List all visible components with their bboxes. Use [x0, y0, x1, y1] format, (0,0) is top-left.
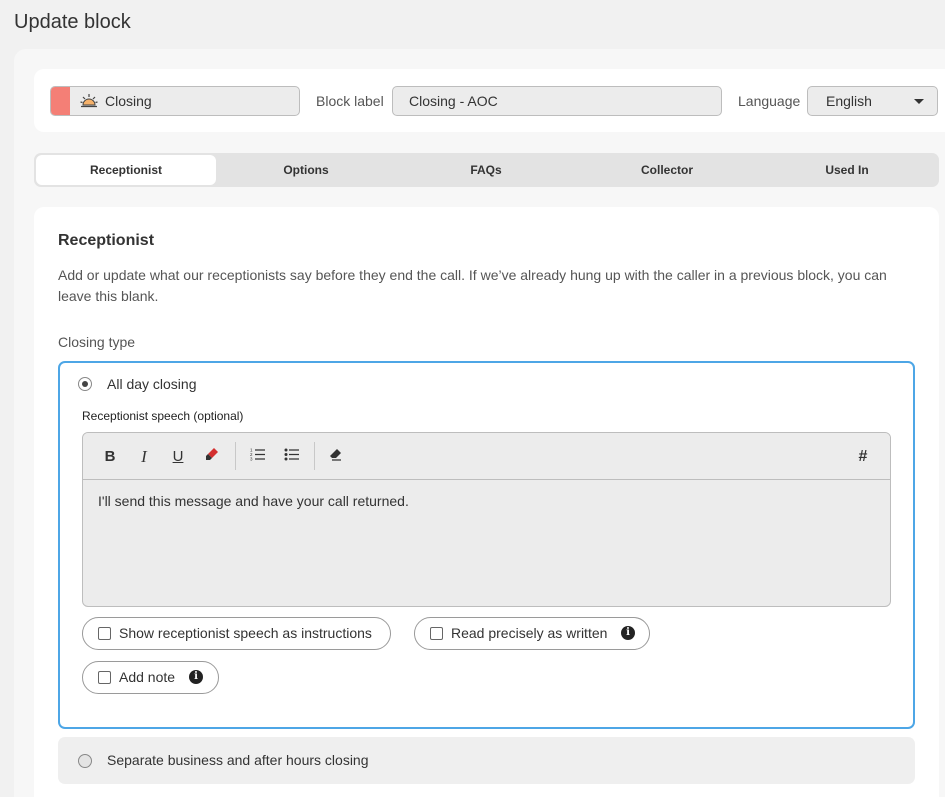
block-type-selector[interactable]: Closing	[50, 86, 300, 116]
block-label-label: Block label	[316, 93, 384, 109]
radio-separate-closing-label[interactable]: Separate business and after hours closin…	[107, 752, 369, 768]
editor-toolbar: B I U 1 2 3 #	[83, 433, 890, 480]
insert-variable-button[interactable]: #	[853, 447, 873, 467]
italic-button[interactable]: I	[134, 447, 154, 467]
sunset-icon	[80, 93, 98, 109]
bullet-list-icon[interactable]	[282, 447, 302, 467]
toolbar-divider	[235, 442, 236, 470]
block-label-input[interactable]: Closing - AOC	[392, 86, 722, 116]
add-note-checkbox[interactable]	[98, 671, 111, 684]
speech-editor: B I U 1 2 3 # I'll send this message and…	[82, 432, 891, 607]
block-type-label: Closing	[105, 93, 152, 109]
radio-all-day-closing[interactable]	[78, 377, 92, 391]
tab-receptionist[interactable]: Receptionist	[36, 155, 216, 185]
chevron-down-icon	[914, 99, 924, 104]
speech-label: Receptionist speech (optional)	[82, 409, 244, 423]
eraser-icon[interactable]	[326, 447, 346, 467]
add-note-toggle[interactable]: Add note i	[82, 661, 219, 694]
section-description: Add or update what our receptionists say…	[58, 267, 887, 304]
info-icon[interactable]: i	[621, 626, 635, 640]
section-title: Receptionist	[58, 232, 155, 249]
speech-text[interactable]: I'll send this message and have your cal…	[98, 493, 409, 509]
show-as-instructions-checkbox[interactable]	[98, 627, 111, 640]
read-precisely-toggle[interactable]: Read precisely as written i	[414, 617, 650, 650]
bold-button[interactable]: B	[100, 447, 120, 467]
page-title: Update block	[14, 11, 131, 33]
tab-used-in[interactable]: Used In	[757, 155, 937, 185]
highlighter-icon[interactable]	[202, 447, 222, 467]
language-label: Language	[738, 93, 801, 109]
toolbar-divider	[314, 442, 315, 470]
language-select[interactable]: English	[807, 86, 938, 116]
block-color-strip	[51, 87, 70, 115]
read-precisely-checkbox[interactable]	[430, 627, 443, 640]
radio-all-day-closing-label[interactable]: All day closing	[107, 376, 197, 392]
info-icon[interactable]: i	[189, 670, 203, 684]
tab-bar: Receptionist Options FAQs Collector Used…	[34, 153, 939, 187]
tab-faqs[interactable]: FAQs	[396, 155, 576, 185]
closing-type-label: Closing type	[58, 334, 136, 350]
show-as-instructions-toggle[interactable]: Show receptionist speech as instructions	[82, 617, 391, 650]
tab-collector[interactable]: Collector	[577, 155, 757, 185]
tab-options[interactable]: Options	[216, 155, 396, 185]
show-as-instructions-label: Show receptionist speech as instructions	[119, 625, 372, 641]
ordered-list-icon[interactable]: 1 2 3	[248, 447, 268, 467]
language-value: English	[826, 93, 872, 109]
underline-button[interactable]: U	[168, 447, 188, 467]
read-precisely-label: Read precisely as written	[451, 625, 608, 641]
add-note-label: Add note	[119, 669, 176, 685]
radio-separate-closing[interactable]	[78, 754, 92, 768]
svg-text:3: 3	[250, 457, 253, 462]
